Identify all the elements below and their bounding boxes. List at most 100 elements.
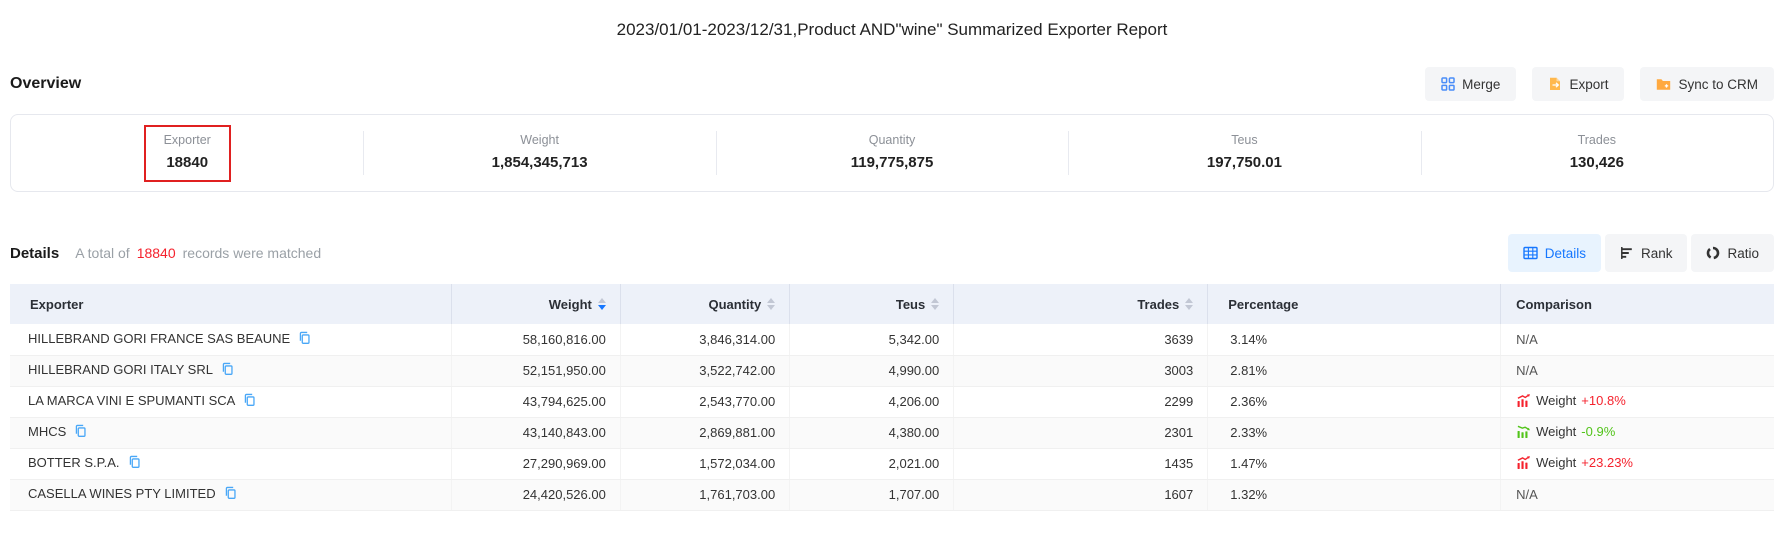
view-button-label: Ratio <box>1727 246 1759 261</box>
details-header-row: Details A total of 18840 records were ma… <box>10 234 1774 272</box>
table-row[interactable]: BOTTER S.P.A.27,290,969.001,572,034.002,… <box>10 448 1774 479</box>
view-button-details[interactable]: Details <box>1508 234 1601 272</box>
comparison-value: -0.9% <box>1581 424 1615 439</box>
view-switch: Details Rank Ratio <box>1508 234 1774 272</box>
comparison-na: N/A <box>1516 332 1538 347</box>
stat-label: Weight <box>520 133 559 147</box>
comparison-na: N/A <box>1516 363 1538 378</box>
summary-suffix: records were matched <box>183 245 322 261</box>
merge-button[interactable]: Merge <box>1425 67 1516 101</box>
sort-carets-icon[interactable] <box>767 298 775 310</box>
weight-cell: 58,160,816.00 <box>451 324 620 355</box>
merge-icon <box>1441 77 1455 91</box>
toolbar: Merge Export Sync to CRM <box>1425 67 1774 101</box>
column-header-trades[interactable]: Trades <box>954 284 1208 324</box>
teus-cell: 4,206.00 <box>790 386 954 417</box>
percentage-cell: 1.47% <box>1208 448 1501 479</box>
table-header-row: ExporterWeightQuantityTeusTradesPercenta… <box>10 284 1774 324</box>
comparison-trend: Weight -0.9% <box>1516 424 1615 439</box>
exporter-table: ExporterWeightQuantityTeusTradesPercenta… <box>10 284 1774 511</box>
view-button-label: Rank <box>1641 246 1673 261</box>
view-button-label: Details <box>1545 246 1586 261</box>
teus-cell: 2,021.00 <box>790 448 954 479</box>
weight-cell: 24,420,526.00 <box>451 479 620 510</box>
export-file-icon <box>1548 77 1562 91</box>
copy-icon[interactable] <box>221 362 234 379</box>
exporter-cell: LA MARCA VINI E SPUMANTI SCA <box>10 386 451 417</box>
exporter-name[interactable]: HILLEBRAND GORI FRANCE SAS BEAUNE <box>28 331 290 346</box>
table-row[interactable]: CASELLA WINES PTY LIMITED 24,420,526.00 1,… <box>10 479 1774 510</box>
exporter-cell: HILLEBRAND GORI FRANCE SAS BEAUNE <box>10 324 451 355</box>
teus-cell: 4,380.00 <box>790 417 954 448</box>
comparison-label: Weight <box>1536 424 1576 439</box>
sort-carets-icon[interactable] <box>1185 298 1193 310</box>
sort-carets-icon[interactable] <box>931 298 939 310</box>
comparison-cell: Weight -0.9% <box>1501 417 1774 448</box>
comparison-value: +10.8% <box>1581 393 1625 408</box>
weight-cell: 43,140,843.00 <box>451 417 620 448</box>
column-label: Exporter <box>30 297 83 312</box>
copy-icon[interactable] <box>243 393 256 410</box>
table-row[interactable]: MHCS43,140,843.002,869,881.004,380.00230… <box>10 417 1774 448</box>
percentage-cell: 3.14% <box>1208 324 1501 355</box>
table-row[interactable]: LA MARCA VINI E SPUMANTI SCA43,794,625.0… <box>10 386 1774 417</box>
view-button-ratio[interactable]: Ratio <box>1691 234 1774 272</box>
export-button-label: Export <box>1569 77 1608 92</box>
quantity-cell: 3,522,742.00 <box>620 355 789 386</box>
exporter-name[interactable]: MHCS <box>28 424 66 439</box>
comparison-label: Weight <box>1536 455 1576 470</box>
comparison-cell: N/A <box>1501 324 1774 355</box>
view-button-rank[interactable]: Rank <box>1605 234 1688 272</box>
stat-label: Quantity <box>869 133 916 147</box>
stat-value: 1,854,345,713 <box>492 154 588 171</box>
trades-cell: 2301 <box>954 417 1208 448</box>
page: 2023/01/01-2023/12/31,Product AND"wine" … <box>0 0 1784 511</box>
teus-cell: 1,707.00 <box>790 479 954 510</box>
stat-weight: Weight 1,854,345,713 <box>363 115 715 191</box>
comparison-label: Weight <box>1536 393 1576 408</box>
stat-label: Exporter <box>164 133 211 147</box>
column-header-exporter: Exporter <box>10 284 451 324</box>
column-header-quantity[interactable]: Quantity <box>620 284 789 324</box>
column-header-teus[interactable]: Teus <box>790 284 954 324</box>
quantity-cell: 2,543,770.00 <box>620 386 789 417</box>
export-button[interactable]: Export <box>1532 67 1624 101</box>
copy-icon[interactable] <box>224 486 237 503</box>
trend-down-icon <box>1516 425 1531 438</box>
comparison-value: +23.23% <box>1581 455 1633 470</box>
copy-icon[interactable] <box>74 424 87 441</box>
teus-cell: 4,990.00 <box>790 355 954 386</box>
trend-up-icon <box>1516 394 1531 407</box>
stat-exporter: Exporter 18840 <box>11 115 363 191</box>
stat-value: 197,750.01 <box>1207 154 1282 171</box>
weight-cell: 27,290,969.00 <box>451 448 620 479</box>
stat-value: 130,426 <box>1570 154 1624 171</box>
percentage-cell: 2.36% <box>1208 386 1501 417</box>
exporter-name[interactable]: HILLEBRAND GORI ITALY SRL <box>28 362 213 377</box>
exporter-name[interactable]: BOTTER S.P.A. <box>28 455 120 470</box>
stat-label: Teus <box>1231 133 1257 147</box>
stat-label: Trades <box>1578 133 1616 147</box>
copy-icon[interactable] <box>128 455 141 472</box>
trades-cell: 2299 <box>954 386 1208 417</box>
column-label: Comparison <box>1516 297 1592 312</box>
copy-icon[interactable] <box>298 331 311 348</box>
trades-cell: 1607 <box>954 479 1208 510</box>
exporter-name[interactable]: LA MARCA VINI E SPUMANTI SCA <box>28 393 235 408</box>
exporter-name[interactable]: CASELLA WINES PTY LIMITED <box>28 486 216 501</box>
column-header-weight[interactable]: Weight <box>451 284 620 324</box>
sort-carets-icon[interactable] <box>598 298 606 310</box>
exporter-highlight-box: Exporter 18840 <box>144 125 231 182</box>
trades-cell: 3003 <box>954 355 1208 386</box>
weight-cell: 52,151,950.00 <box>451 355 620 386</box>
exporter-cell: MHCS <box>10 417 451 448</box>
sync-to-crm-button-label: Sync to CRM <box>1678 77 1758 92</box>
rank-bars-icon <box>1620 246 1634 260</box>
stat-value: 119,775,875 <box>851 154 934 171</box>
column-header-comparison: Comparison <box>1501 284 1774 324</box>
table-row[interactable]: HILLEBRAND GORI FRANCE SAS BEAUNE 58,160,… <box>10 324 1774 355</box>
sync-to-crm-button[interactable]: Sync to CRM <box>1640 67 1774 101</box>
quantity-cell: 3,846,314.00 <box>620 324 789 355</box>
trades-cell: 3639 <box>954 324 1208 355</box>
table-row[interactable]: HILLEBRAND GORI ITALY SRL 52,151,950.003,… <box>10 355 1774 386</box>
